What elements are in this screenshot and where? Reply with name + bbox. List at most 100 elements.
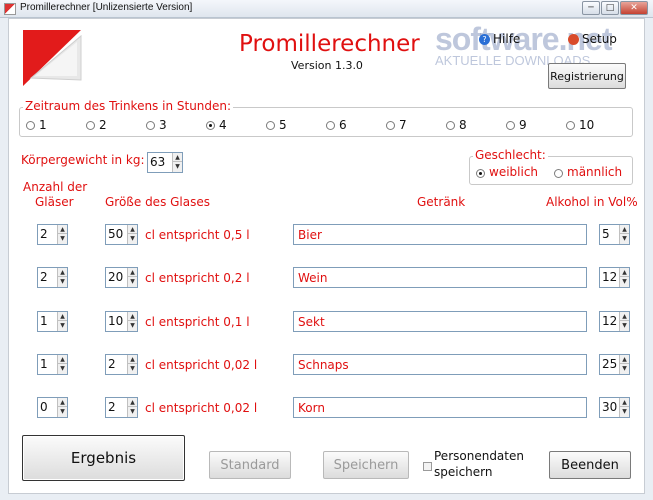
weight-stepper[interactable]: 63 ▲ ▼ [147, 152, 183, 173]
stepper-down-icon[interactable]: ▼ [620, 321, 629, 330]
alcohol-stepper[interactable]: 5 ▲ ▼ [599, 224, 630, 245]
duration-radio-9[interactable] [506, 121, 515, 130]
setup-link[interactable]: Setup [582, 32, 617, 46]
count-value: 2 [40, 227, 48, 241]
save-button[interactable]: Speichern [323, 451, 409, 479]
alcohol-stepper[interactable]: 25 ▲ ▼ [599, 354, 630, 375]
duration-radio-8[interactable] [446, 121, 455, 130]
count-value: 2 [40, 270, 48, 284]
alcohol-stepper[interactable]: 12 ▲ ▼ [599, 267, 630, 288]
minimize-button[interactable]: ─ [582, 1, 600, 15]
gender-label: Geschlecht: [473, 148, 548, 162]
duration-radio-7[interactable] [386, 121, 395, 130]
save-personal-label-line1: Personendaten [434, 449, 524, 463]
stepper-down-icon[interactable]: ▼ [58, 407, 67, 416]
stepper-up-icon[interactable]: ▲ [128, 398, 137, 407]
stepper-down-icon[interactable]: ▼ [620, 234, 629, 243]
drink-name-input[interactable]: Wein [293, 267, 587, 288]
size-stepper[interactable]: 50 ▲ ▼ [105, 224, 138, 245]
stepper-down-icon[interactable]: ▼ [128, 364, 137, 373]
stepper-up-icon[interactable]: ▲ [620, 312, 629, 321]
stepper-down-icon[interactable]: ▼ [128, 407, 137, 416]
duration-radio-2[interactable] [86, 121, 95, 130]
duration-radio-10[interactable] [566, 121, 575, 130]
app-icon [4, 3, 16, 15]
size-equivalent: cl entspricht 0,02 l [145, 358, 258, 372]
stepper-down-icon[interactable]: ▼ [58, 234, 67, 243]
size-stepper[interactable]: 2 ▲ ▼ [105, 397, 138, 418]
setup-icon [568, 34, 579, 45]
stepper-up-icon[interactable]: ▲ [128, 312, 137, 321]
stepper-up-icon[interactable]: ▲ [620, 268, 629, 277]
stepper-down-icon[interactable]: ▼ [58, 364, 67, 373]
stepper-up-icon[interactable]: ▲ [620, 355, 629, 364]
window-title: Promillerechner [Unlizensierte Version] [20, 2, 193, 13]
maximize-button[interactable]: □ [601, 1, 619, 15]
size-stepper[interactable]: 10 ▲ ▼ [105, 311, 138, 332]
duration-radio-4[interactable] [206, 121, 215, 130]
gender-radio-female[interactable] [476, 169, 485, 178]
stepper-up-icon[interactable]: ▲ [58, 398, 67, 407]
stepper-down-icon[interactable]: ▼ [58, 277, 67, 286]
duration-radio-3[interactable] [146, 121, 155, 130]
close-button[interactable]: ✕ [620, 1, 648, 15]
gender-label-female: weiblich [489, 165, 539, 179]
count-header-line1: Anzahl der [23, 180, 88, 194]
gender-radio-male[interactable] [554, 169, 563, 178]
stepper-up-icon[interactable]: ▲ [58, 312, 67, 321]
alcohol-stepper[interactable]: 12 ▲ ▼ [599, 311, 630, 332]
stepper-up-icon[interactable]: ▲ [128, 355, 137, 364]
stepper-up-icon[interactable]: ▲ [58, 268, 67, 277]
register-button[interactable]: Registrierung [548, 63, 626, 89]
stepper-down-icon[interactable]: ▼ [128, 321, 137, 330]
duration-label-10: 10 [579, 118, 595, 132]
drink-name-input[interactable]: Bier [293, 224, 587, 245]
alcohol-value: 5 [602, 227, 610, 241]
duration-label-9: 9 [519, 118, 527, 132]
size-stepper[interactable]: 2 ▲ ▼ [105, 354, 138, 375]
close-icon: ✕ [630, 3, 638, 13]
stepper-down-icon[interactable]: ▼ [620, 407, 629, 416]
stepper-up-icon[interactable]: ▲ [58, 355, 67, 364]
alcohol-header: Alkohol in Vol% [546, 195, 638, 209]
duration-radio-1[interactable] [26, 121, 35, 130]
save-personal-checkbox[interactable] [423, 462, 432, 471]
size-equivalent: cl entspricht 0,1 l [145, 315, 250, 329]
standard-button[interactable]: Standard [209, 451, 291, 479]
count-stepper[interactable]: 0 ▲ ▼ [37, 397, 68, 418]
size-equivalent: cl entspricht 0,5 l [145, 228, 250, 242]
drink-name-input[interactable]: Schnaps [293, 354, 587, 375]
size-equivalent: cl entspricht 0,2 l [145, 271, 250, 285]
stepper-up-icon[interactable]: ▲ [58, 225, 67, 234]
gender-label-male: männlich [567, 165, 623, 179]
stepper-up-icon[interactable]: ▲ [128, 225, 137, 234]
size-stepper[interactable]: 20 ▲ ▼ [105, 267, 138, 288]
count-stepper[interactable]: 2 ▲ ▼ [37, 267, 68, 288]
count-stepper[interactable]: 2 ▲ ▼ [37, 224, 68, 245]
stepper-down-icon[interactable]: ▼ [620, 277, 629, 286]
size-value: 50 [108, 227, 124, 241]
stepper-up-icon[interactable]: ▲ [128, 268, 137, 277]
duration-label-6: 6 [339, 118, 347, 132]
duration-radio-5[interactable] [266, 121, 275, 130]
count-stepper[interactable]: 1 ▲ ▼ [37, 311, 68, 332]
alcohol-stepper[interactable]: 30 ▲ ▼ [599, 397, 630, 418]
drink-name-input[interactable]: Korn [293, 397, 587, 418]
result-button[interactable]: Ergebnis [22, 435, 185, 481]
stepper-down-icon[interactable]: ▼ [128, 277, 137, 286]
stepper-up-icon[interactable]: ▲ [620, 398, 629, 407]
help-link[interactable]: Hilfe [493, 32, 520, 46]
stepper-up-icon[interactable]: ▲ [620, 225, 629, 234]
stepper-down-icon[interactable]: ▼ [128, 234, 137, 243]
alcohol-value: 25 [602, 357, 618, 371]
exit-button[interactable]: Beenden [549, 451, 631, 479]
stepper-down-icon[interactable]: ▼ [620, 364, 629, 373]
weight-label: Körpergewicht in kg: [21, 153, 145, 167]
count-stepper[interactable]: 1 ▲ ▼ [37, 354, 68, 375]
stepper-up-icon[interactable]: ▲ [173, 153, 182, 162]
maximize-icon: □ [605, 3, 615, 13]
duration-radio-6[interactable] [326, 121, 335, 130]
drink-name-input[interactable]: Sekt [293, 311, 587, 332]
stepper-down-icon[interactable]: ▼ [173, 162, 182, 171]
stepper-down-icon[interactable]: ▼ [58, 321, 67, 330]
